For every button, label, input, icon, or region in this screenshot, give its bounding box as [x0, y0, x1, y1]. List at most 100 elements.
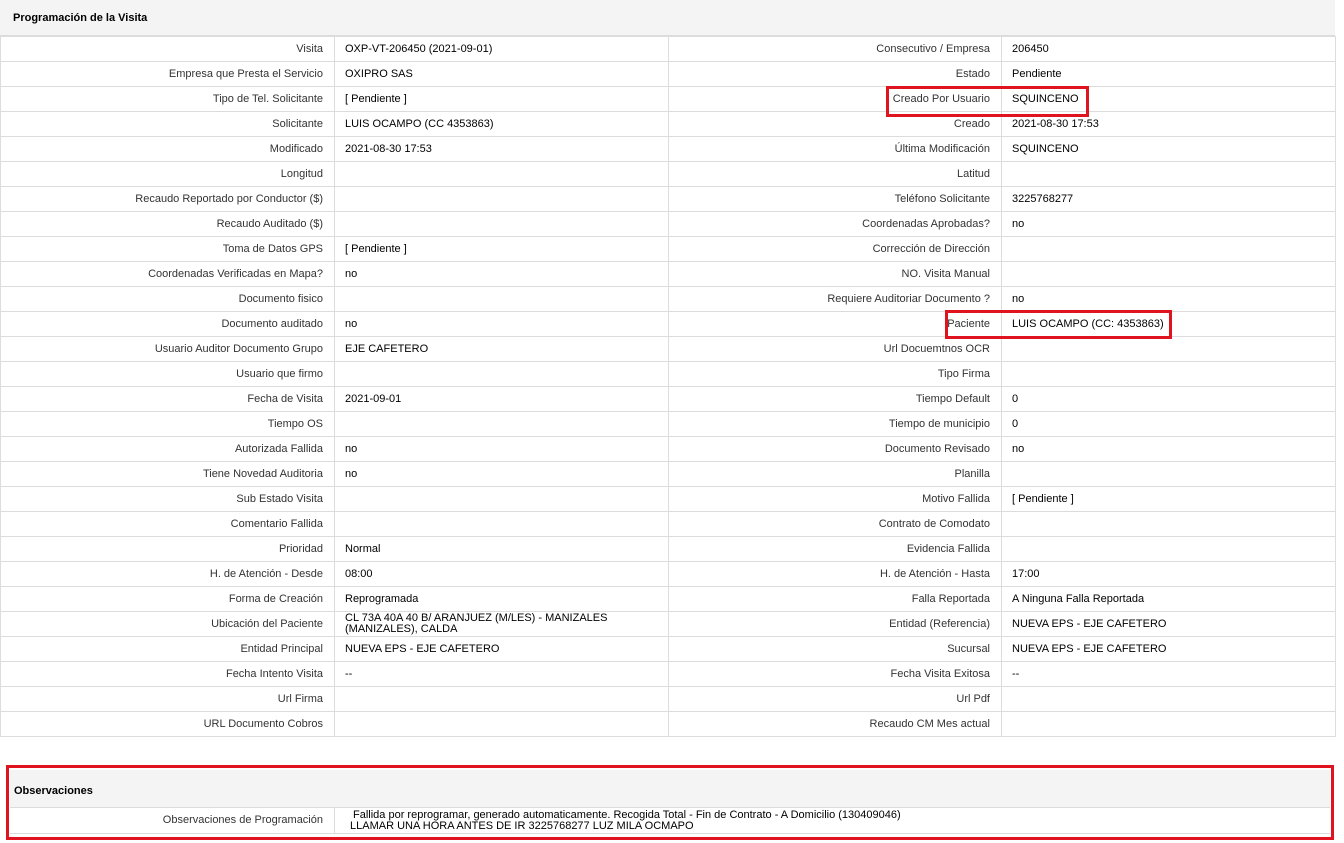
table-row: Tiene Novedad Auditoria no Planilla — [0, 461, 1336, 487]
field-label: Prioridad — [0, 536, 335, 562]
table-row: Fecha Intento Visita -- Fecha Visita Exit… — [0, 661, 1336, 687]
field-label: Consecutivo / Empresa — [668, 36, 1002, 62]
table-row: Usuario Auditor Documento Grupo EJE CAFET… — [0, 336, 1336, 362]
field-value — [334, 161, 669, 187]
field-value: NUEVA EPS - EJE CAFETERO — [334, 636, 669, 662]
field-label: NO. Visita Manual — [668, 261, 1002, 287]
field-label: Tiene Novedad Auditoria — [0, 461, 335, 487]
panel-title: Programación de la Visita — [0, 0, 1335, 36]
field-label: Documento fisico — [0, 286, 335, 312]
table-row: Recaudo Reportado por Conductor ($) Teléf… — [0, 186, 1336, 212]
field-label: Tipo Firma — [668, 361, 1002, 387]
observaciones-value: Fallida por reprogramar, generado automa… — [350, 810, 901, 832]
field-value: SQUINCENO — [1001, 136, 1336, 162]
table-row: Prioridad Normal Evidencia Fallida — [0, 536, 1336, 562]
field-label: Fecha Visita Exitosa — [668, 661, 1002, 687]
table-row: Documento fisico Requiere Auditoriar Docu… — [0, 286, 1336, 312]
field-label: Entidad Principal — [0, 636, 335, 662]
field-value: 2021-08-30 17:53 — [334, 136, 669, 162]
table-row: Solicitante LUIS OCAMPO (CC 4353863) Cread… — [0, 111, 1336, 137]
field-value: 0 — [1001, 386, 1336, 412]
field-value — [334, 286, 669, 312]
observaciones-label: Observaciones de Programación — [10, 808, 335, 833]
programacion-panel: Programación de la Visita Visita OXP-VT-2… — [0, 0, 1336, 737]
field-value — [1001, 511, 1336, 537]
field-value: no — [334, 436, 669, 462]
field-value: Normal — [334, 536, 669, 562]
table-row: Empresa que Presta el Servicio OXIPRO SAS… — [0, 61, 1336, 87]
field-label: Tipo de Tel. Solicitante — [0, 86, 335, 112]
visit-details-table: Visita OXP-VT-206450 (2021-09-01) Consecut… — [0, 36, 1336, 737]
field-label: Fecha de Visita — [0, 386, 335, 412]
table-row: Usuario que firmo Tipo Firma — [0, 361, 1336, 387]
table-row: Forma de Creación Reprogramada Falla Repor… — [0, 586, 1336, 612]
field-value — [334, 186, 669, 212]
table-row: Visita OXP-VT-206450 (2021-09-01) Consecut… — [0, 36, 1336, 62]
field-label: Planilla — [668, 461, 1002, 487]
field-label: Coordenadas Verificadas en Mapa? — [0, 261, 335, 287]
field-label: Creado Por Usuario — [668, 86, 1002, 112]
field-value — [1001, 536, 1336, 562]
field-label: Recaudo Auditado ($) — [0, 211, 335, 237]
field-value: -- — [1001, 661, 1336, 687]
field-value: no — [1001, 286, 1336, 312]
field-label: H. de Atención - Desde — [0, 561, 335, 587]
table-row: Comentario Fallida Contrato de Comodato — [0, 511, 1336, 537]
field-label: URL Documento Cobros — [0, 711, 335, 737]
field-value — [334, 411, 669, 437]
observaciones-title: Observaciones — [10, 770, 1330, 808]
field-value — [334, 686, 669, 712]
field-value: 2021-08-30 17:53 — [1001, 111, 1336, 137]
field-value — [1001, 461, 1336, 487]
field-value — [334, 211, 669, 237]
table-row: URL Documento Cobros Recaudo CM Mes actua… — [0, 711, 1336, 737]
field-label: Usuario Auditor Documento Grupo — [0, 336, 335, 362]
field-value: NUEVA EPS - EJE CAFETERO — [1001, 636, 1336, 662]
observaciones-line-2: LLAMAR UNA HORA ANTES DE IR 3225768277 L… — [350, 820, 694, 832]
field-label: Fecha Intento Visita — [0, 661, 335, 687]
table-row: Coordenadas Verificadas en Mapa? no NO. V… — [0, 261, 1336, 287]
field-value: 0 — [1001, 411, 1336, 437]
field-value: 2021-09-01 — [334, 386, 669, 412]
field-value — [334, 511, 669, 537]
field-value: Pendiente — [1001, 61, 1336, 87]
field-value: OXIPRO SAS — [334, 61, 669, 87]
field-label: Tiempo Default — [668, 386, 1002, 412]
table-row: Documento auditado no Paciente LUIS OCAMPO… — [0, 311, 1336, 337]
table-row: Url Firma Url Pdf — [0, 686, 1336, 712]
field-label: Url Pdf — [668, 686, 1002, 712]
field-value: CL 73A 40A 40 B/ ARANJUEZ (M/LES) - MANI… — [334, 611, 669, 637]
field-value: -- — [334, 661, 669, 687]
field-value: NUEVA EPS - EJE CAFETERO — [1001, 611, 1336, 637]
field-label: Coordenadas Aprobadas? — [668, 211, 1002, 237]
field-label: Visita — [0, 36, 335, 62]
field-value — [1001, 161, 1336, 187]
table-row: Ubicación del Paciente CL 73A 40A 40 B/ A… — [0, 611, 1336, 637]
field-label: Recaudo Reportado por Conductor ($) — [0, 186, 335, 212]
field-value: [ Pendiente ] — [334, 236, 669, 262]
field-label: Contrato de Comodato — [668, 511, 1002, 537]
field-value: Reprogramada — [334, 586, 669, 612]
field-value — [334, 361, 669, 387]
observaciones-panel: Observaciones Observaciones de Programac… — [6, 765, 1334, 840]
table-row: Fecha de Visita 2021-09-01 Tiempo Default… — [0, 386, 1336, 412]
field-value: OXP-VT-206450 (2021-09-01) — [334, 36, 669, 62]
field-label: Comentario Fallida — [0, 511, 335, 537]
table-row: Tiempo OS Tiempo de municipio 0 — [0, 411, 1336, 437]
table-row: H. de Atención - Desde 08:00 H. de Atenció… — [0, 561, 1336, 587]
field-label: Longitud — [0, 161, 335, 187]
field-label: Ubicación del Paciente — [0, 611, 335, 637]
field-label: Requiere Auditoriar Documento ? — [668, 286, 1002, 312]
table-row: Longitud Latitud — [0, 161, 1336, 187]
table-row: Autorizada Fallida no Documento Revisado … — [0, 436, 1336, 462]
field-value: no — [334, 311, 669, 337]
table-row: Entidad Principal NUEVA EPS - EJE CAFETER… — [0, 636, 1336, 662]
field-label: H. de Atención - Hasta — [668, 561, 1002, 587]
field-label: Creado — [668, 111, 1002, 137]
field-label: Corrección de Dirección — [668, 236, 1002, 262]
field-value — [1001, 361, 1336, 387]
table-row: Modificado 2021-08-30 17:53 Última Modific… — [0, 136, 1336, 162]
field-label: Falla Reportada — [668, 586, 1002, 612]
field-label: Tiempo OS — [0, 411, 335, 437]
field-value — [1001, 711, 1336, 737]
